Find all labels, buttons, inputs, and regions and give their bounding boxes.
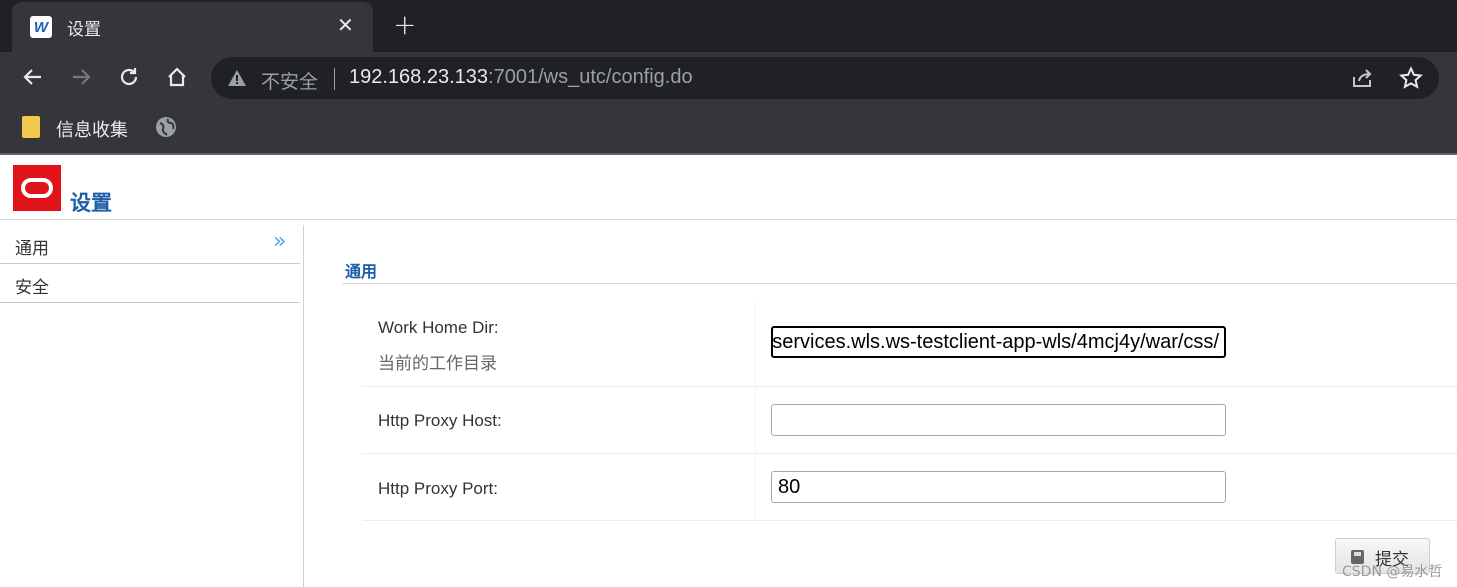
form-row-work-home-dir: Work Home Dir: 当前的工作目录 /u01/oracle/user_… (362, 302, 1457, 387)
bookmarks-bar: 信息收集 (0, 104, 1457, 155)
bookmark-star-icon[interactable] (1399, 66, 1423, 90)
oracle-logo (13, 165, 61, 211)
proxy-port-input[interactable]: 80 (771, 471, 1226, 503)
forward-button[interactable] (64, 60, 98, 94)
proxy-port-label: Http Proxy Port: (378, 479, 498, 498)
tab-strip: W 设置 ✕ + (0, 0, 1457, 52)
back-arrow-icon (23, 69, 41, 85)
browser-tab[interactable]: W 设置 ✕ (12, 2, 373, 52)
watermark: CSDN @易水哲 (1342, 564, 1443, 580)
sidebar-item-security[interactable]: 安全 (0, 264, 300, 303)
home-icon (168, 67, 186, 87)
home-button[interactable] (160, 60, 194, 94)
url-host: 192.168.23.133 (349, 66, 489, 88)
section-title: 通用 (345, 262, 378, 281)
warning-triangle-icon[interactable] (227, 69, 247, 87)
address-bar[interactable]: 不安全 192.168.23.133:7001/ws_utc/config.do (211, 57, 1439, 99)
forward-arrow-icon (73, 69, 91, 85)
sidebar-item-general[interactable]: 通用 » (0, 225, 300, 264)
back-button[interactable] (16, 60, 50, 94)
url-text[interactable]: 192.168.23.133:7001/ws_utc/config.do (349, 66, 693, 89)
work-home-dir-help: 当前的工作目录 (378, 354, 497, 374)
form-row-proxy-port: Http Proxy Port: 80 (362, 454, 1457, 521)
tab-title: 设置 (67, 20, 101, 40)
double-chevron-right-icon: » (273, 229, 287, 254)
section-divider (342, 283, 1457, 284)
sidebar-item-label: 安全 (15, 278, 49, 298)
bookmark-folder-icon[interactable] (22, 116, 40, 138)
new-tab-button[interactable]: + (393, 8, 416, 41)
reload-button[interactable] (112, 60, 146, 94)
bookmark-folder-label[interactable]: 信息收集 (56, 116, 128, 142)
url-path: :7001/ws_utc/config.do (488, 66, 693, 88)
security-status[interactable]: 不安全 (261, 67, 318, 94)
reload-icon (120, 68, 138, 86)
work-home-dir-input[interactable]: /u01/oracle/user_projects/domains/base_d… (771, 326, 1226, 358)
form-row-proxy-host: Http Proxy Host: (362, 387, 1457, 454)
close-tab-icon[interactable]: ✕ (337, 13, 354, 37)
work-home-dir-label: Work Home Dir: (378, 318, 499, 337)
header-divider (0, 219, 1457, 220)
sidebar-divider (303, 225, 304, 587)
sidebar-item-label: 通用 (15, 239, 49, 259)
sidebar: 通用 » 安全 (0, 225, 300, 303)
proxy-host-input[interactable] (771, 404, 1226, 436)
share-icon[interactable] (1351, 67, 1375, 89)
site-favicon-icon: W (30, 16, 52, 38)
browser-toolbar: 不安全 192.168.23.133:7001/ws_utc/config.do (0, 52, 1457, 104)
page-title: 设置 (70, 191, 112, 215)
proxy-host-label: Http Proxy Host: (378, 411, 502, 430)
omnibox-separator (334, 68, 335, 90)
globe-icon[interactable] (155, 116, 177, 138)
